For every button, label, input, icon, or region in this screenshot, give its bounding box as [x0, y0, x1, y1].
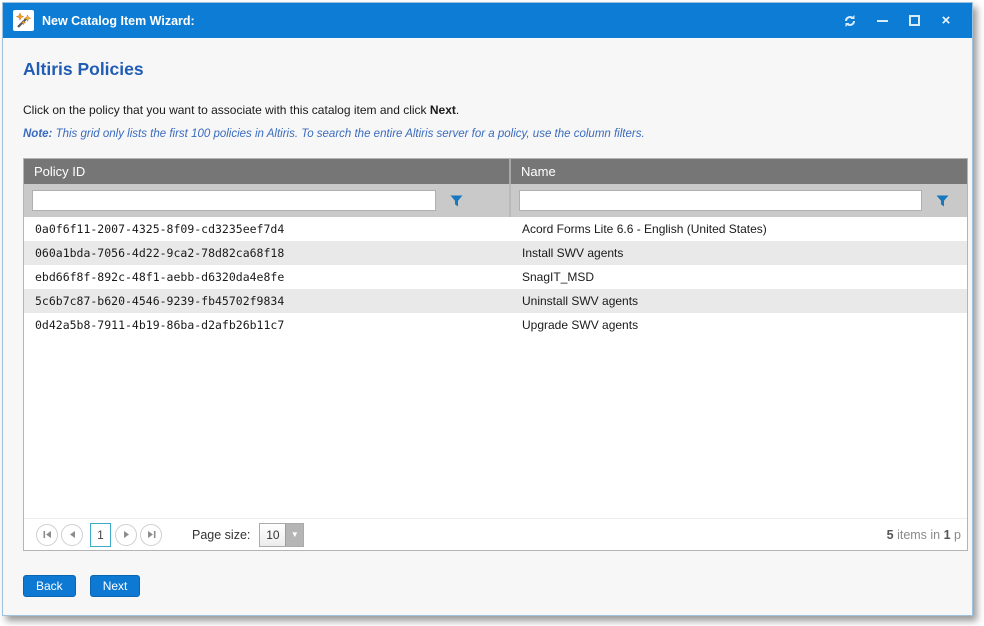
note-label: Note:	[23, 128, 52, 140]
next-button[interactable]: Next	[90, 575, 141, 597]
last-page-button[interactable]	[140, 524, 162, 546]
wizard-app-icon	[13, 10, 34, 31]
instruction-suffix: .	[456, 103, 459, 117]
instruction-next-emphasis: Next	[430, 103, 456, 117]
policy-id-cell: 0a0f6f11-2007-4325-8f09-cd3235eef7d4	[24, 217, 511, 241]
page-size-label: Page size:	[192, 528, 250, 542]
previous-page-button[interactable]	[61, 524, 83, 546]
policies-grid: Policy ID Name	[23, 158, 968, 551]
next-page-button[interactable]	[115, 524, 137, 546]
name-cell: Upgrade SWV agents	[511, 313, 967, 337]
wizard-window: New Catalog Item Wizard: × Altiris Polic…	[2, 2, 973, 616]
name-cell: SnagIT_MSD	[511, 265, 967, 289]
maximize-icon[interactable]	[898, 9, 930, 33]
back-button[interactable]: Back	[23, 575, 76, 597]
first-page-button[interactable]	[36, 524, 58, 546]
page-title: Altiris Policies	[23, 59, 968, 80]
wizard-footer: Back Next	[23, 575, 968, 597]
page-size-dropdown[interactable]: 10 ▼	[259, 523, 304, 547]
name-filter-input[interactable]	[519, 190, 922, 211]
instruction-prefix: Click on the policy that you want to ass…	[23, 103, 430, 117]
pager: 1 Page size: 10 ▼ 5 items i	[24, 518, 967, 550]
name-cell: Uninstall SWV agents	[511, 289, 967, 313]
items-summary-tail: p	[951, 528, 961, 542]
table-row[interactable]: 0d42a5b8-7911-4b19-86ba-d2afb26b11c7Upgr…	[24, 313, 967, 337]
name-filter-cell	[511, 184, 967, 217]
column-header-policy-id[interactable]: Policy ID	[24, 159, 511, 184]
policy-id-cell: 060a1bda-7056-4d22-9ca2-78d82ca68f18	[24, 241, 511, 265]
page-size-value: 10	[260, 524, 285, 546]
pages-count: 1	[944, 528, 951, 542]
grid-rows: 0a0f6f11-2007-4325-8f09-cd3235eef7d4Acor…	[24, 217, 967, 518]
table-row[interactable]: ebd66f8f-892c-48f1-aebb-d6320da4e8feSnag…	[24, 265, 967, 289]
dropdown-arrow-icon: ▼	[285, 524, 303, 546]
policy-id-filter-icon[interactable]	[450, 195, 463, 207]
name-filter-icon[interactable]	[936, 195, 949, 207]
titlebar: New Catalog Item Wizard: ×	[3, 3, 972, 38]
instruction-text: Click on the policy that you want to ass…	[23, 103, 968, 117]
refresh-icon[interactable]	[834, 9, 866, 33]
name-cell: Install SWV agents	[511, 241, 967, 265]
minimize-icon[interactable]	[866, 9, 898, 33]
table-row[interactable]: 060a1bda-7056-4d22-9ca2-78d82ca68f18Inst…	[24, 241, 967, 265]
items-summary-text: items in	[894, 528, 944, 542]
note-text: Note: This grid only lists the first 100…	[23, 128, 968, 140]
name-cell: Acord Forms Lite 6.6 - English (United S…	[511, 217, 967, 241]
column-header-name[interactable]: Name	[511, 159, 967, 184]
wizard-content: Altiris Policies Click on the policy tha…	[3, 38, 972, 615]
table-row[interactable]: 5c6b7c87-b620-4546-9239-fb45702f9834Unin…	[24, 289, 967, 313]
items-count: 5	[887, 528, 894, 542]
window-title: New Catalog Item Wizard:	[42, 14, 195, 28]
table-row[interactable]: 0a0f6f11-2007-4325-8f09-cd3235eef7d4Acor…	[24, 217, 967, 241]
close-icon[interactable]: ×	[930, 9, 962, 33]
policy-id-cell: 5c6b7c87-b620-4546-9239-fb45702f9834	[24, 289, 511, 313]
policy-id-cell: ebd66f8f-892c-48f1-aebb-d6320da4e8fe	[24, 265, 511, 289]
current-page-indicator[interactable]: 1	[90, 523, 111, 547]
filter-row	[24, 184, 967, 217]
policy-id-filter-cell	[24, 184, 511, 217]
policy-id-filter-input[interactable]	[32, 190, 436, 211]
policy-id-cell: 0d42a5b8-7911-4b19-86ba-d2afb26b11c7	[24, 313, 511, 337]
window-controls: ×	[834, 9, 962, 33]
grid-header: Policy ID Name	[24, 159, 967, 184]
items-summary: 5 items in 1 p	[887, 528, 961, 542]
note-body: This grid only lists the first 100 polic…	[52, 128, 644, 140]
